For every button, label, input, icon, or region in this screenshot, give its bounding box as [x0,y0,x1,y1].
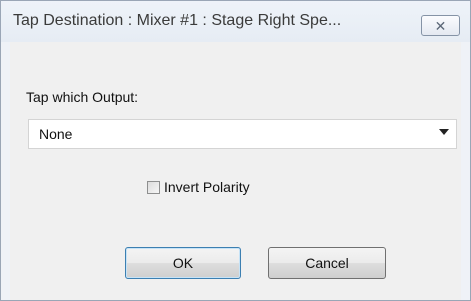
close-button[interactable]: ✕ [421,15,460,36]
ok-button[interactable]: OK [125,247,241,279]
invert-polarity-label[interactable]: Invert Polarity [164,179,250,195]
close-icon: ✕ [434,17,447,34]
invert-polarity-row[interactable]: Invert Polarity [147,179,250,195]
invert-polarity-checkbox[interactable] [147,180,160,194]
cancel-button[interactable]: Cancel [268,247,386,279]
output-select-value: None [39,126,73,142]
title-bar[interactable]: Tap Destination : Mixer #1 : Stage Right… [1,1,470,42]
dropdown-arrow-icon[interactable] [439,129,449,135]
output-select[interactable]: None [28,119,457,149]
window-title: Tap Destination : Mixer #1 : Stage Right… [13,12,342,29]
output-label: Tap which Output: [26,89,139,105]
